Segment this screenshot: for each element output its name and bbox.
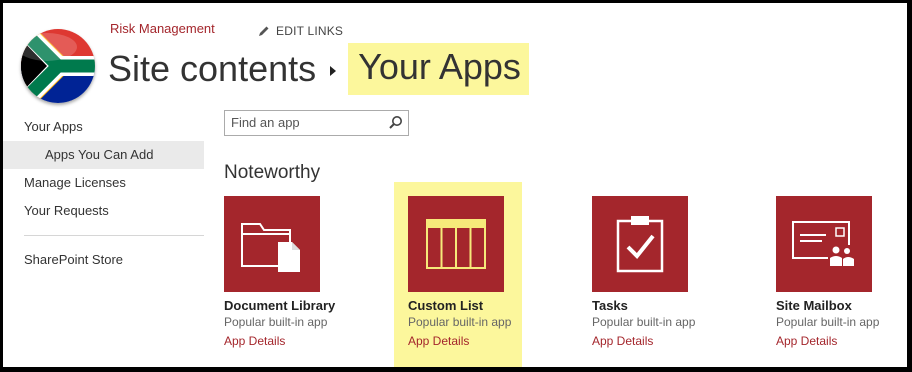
search-icon[interactable] bbox=[389, 115, 403, 134]
document-library-icon[interactable] bbox=[224, 196, 320, 292]
app-details-link[interactable]: App Details bbox=[408, 334, 548, 348]
nav-item-manage-licenses[interactable]: Manage Licenses bbox=[3, 169, 204, 197]
app-tile-document-library[interactable]: Document Library Popular built-in app Ap… bbox=[224, 196, 364, 348]
nav-item-your-requests[interactable]: Your Requests bbox=[3, 197, 204, 225]
app-description: Popular built-in app bbox=[408, 315, 512, 329]
app-description: Popular built-in app bbox=[776, 315, 880, 329]
page-title: Your Apps bbox=[348, 43, 529, 95]
site-logo[interactable] bbox=[21, 29, 95, 103]
app-details-link[interactable]: App Details bbox=[224, 334, 364, 348]
search-input[interactable] bbox=[225, 111, 387, 133]
site-name-link[interactable]: Risk Management bbox=[110, 21, 215, 36]
page-frame: Risk Management EDIT LINKS Site contents… bbox=[3, 3, 907, 367]
app-details-link[interactable]: App Details bbox=[592, 334, 732, 348]
custom-list-icon[interactable] bbox=[408, 196, 504, 292]
breadcrumb: Site contents Your Apps bbox=[108, 43, 529, 95]
breadcrumb-arrow-icon bbox=[330, 63, 337, 81]
south-africa-flag-icon bbox=[21, 29, 95, 103]
nav-divider bbox=[24, 235, 204, 236]
site-mailbox-icon[interactable] bbox=[776, 196, 872, 292]
app-name[interactable]: Document Library bbox=[224, 298, 364, 313]
app-search-box bbox=[224, 110, 409, 136]
nav-item-apps-you-can-add[interactable]: Apps You Can Add bbox=[3, 141, 204, 169]
pencil-icon bbox=[259, 26, 269, 36]
app-description: Popular built-in app bbox=[224, 315, 328, 329]
app-name[interactable]: Site Mailbox bbox=[776, 298, 907, 313]
nav-item-your-apps[interactable]: Your Apps bbox=[3, 113, 204, 141]
nav-item-sharepoint-store[interactable]: SharePoint Store bbox=[3, 246, 204, 274]
app-description: Popular built-in app bbox=[592, 315, 696, 329]
breadcrumb-site-contents[interactable]: Site contents bbox=[108, 48, 316, 90]
edit-links-button[interactable]: EDIT LINKS bbox=[258, 24, 343, 38]
left-navigation: Your Apps Apps You Can Add Manage Licens… bbox=[3, 113, 204, 274]
app-tile-tasks[interactable]: Tasks Popular built-in app App Details bbox=[592, 196, 732, 348]
tasks-icon[interactable] bbox=[592, 196, 688, 292]
section-title-noteworthy: Noteworthy bbox=[224, 162, 321, 183]
app-name[interactable]: Tasks bbox=[592, 298, 732, 313]
app-tile-custom-list[interactable]: Custom List Popular built-in app App Det… bbox=[408, 196, 548, 348]
app-tile-site-mailbox[interactable]: Site Mailbox Popular built-in app App De… bbox=[776, 196, 907, 348]
app-name[interactable]: Custom List bbox=[408, 298, 548, 313]
edit-links-label: EDIT LINKS bbox=[276, 24, 344, 38]
app-details-link[interactable]: App Details bbox=[776, 334, 907, 348]
